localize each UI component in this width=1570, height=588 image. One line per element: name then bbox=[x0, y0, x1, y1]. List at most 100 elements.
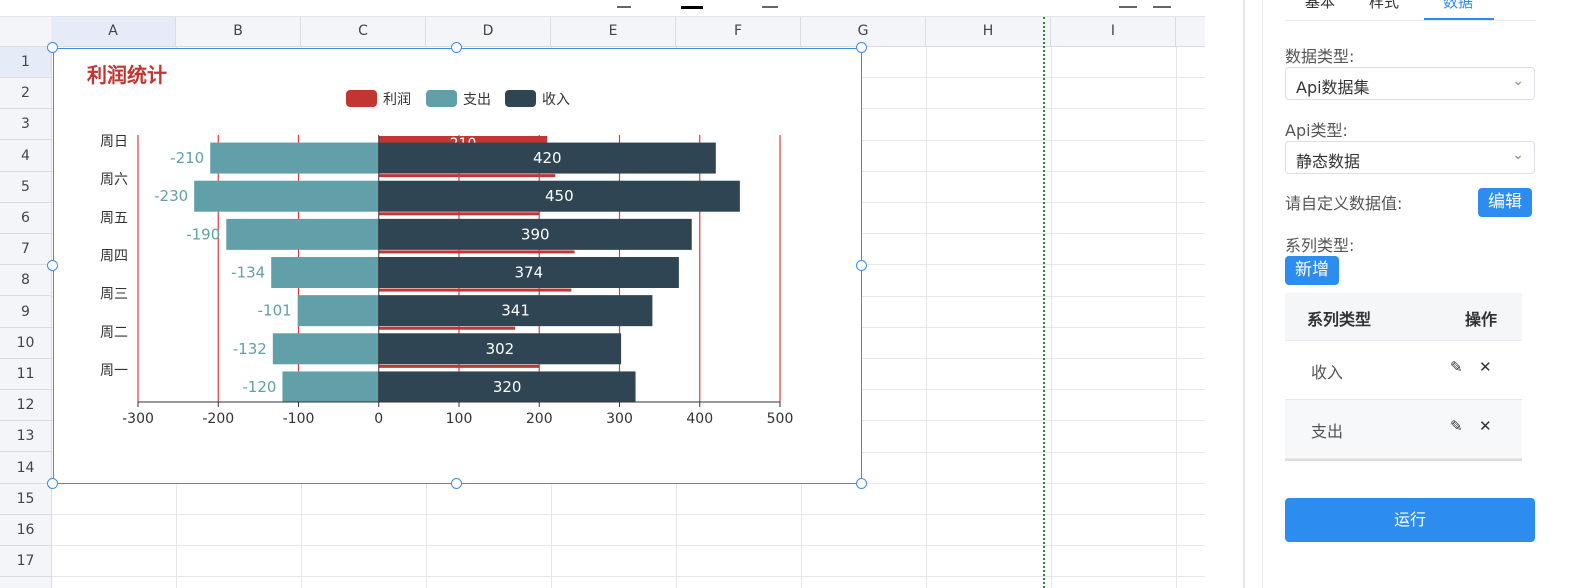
column-header-c[interactable]: C bbox=[301, 17, 426, 46]
toolbar-button[interactable] bbox=[1119, 0, 1137, 8]
x-tick-label-1: -200 bbox=[202, 411, 234, 427]
series-table: 系列类型 操作 收入 ✎ ✕ 支出 ✎ ✕ bbox=[1285, 293, 1522, 461]
row-header-14[interactable]: 14 bbox=[0, 453, 51, 484]
column-header-actions: 操作 bbox=[1465, 310, 1498, 329]
row-header-15[interactable]: 15 bbox=[0, 484, 51, 515]
row-header-3[interactable]: 3 bbox=[0, 109, 51, 141]
api-type-select[interactable]: 静态数据 ⌄ bbox=[1285, 141, 1535, 174]
label-expense-0: -120 bbox=[242, 378, 276, 396]
x-tick-label-8: 500 bbox=[767, 411, 794, 427]
row-header-16[interactable]: 16 bbox=[0, 515, 51, 546]
pencil-icon[interactable]: ✎ bbox=[1450, 417, 1463, 435]
bar-profit-3 bbox=[378, 250, 575, 254]
category-label-3: 周四 bbox=[100, 249, 128, 265]
resize-handle[interactable] bbox=[451, 42, 462, 53]
table-header: 系列类型 操作 bbox=[1285, 293, 1522, 341]
active-tab-indicator bbox=[1424, 18, 1494, 20]
row-header-10[interactable]: 10 bbox=[0, 328, 51, 359]
bar-expense-5 bbox=[194, 180, 379, 212]
table-bottom-border bbox=[1285, 459, 1522, 461]
column-header-e[interactable]: E bbox=[551, 17, 676, 46]
row-header-13[interactable]: 13 bbox=[0, 421, 51, 453]
toolbar-button[interactable] bbox=[762, 0, 778, 8]
resize-handle[interactable] bbox=[47, 42, 58, 53]
custom-data-label: 请自定义数据值: bbox=[1285, 194, 1403, 213]
toolbar-button[interactable] bbox=[617, 0, 631, 8]
resize-handle[interactable] bbox=[856, 42, 867, 53]
label-expense-1: -132 bbox=[233, 340, 267, 358]
tab-data[interactable]: 数据 bbox=[1443, 0, 1473, 12]
resize-handle[interactable] bbox=[856, 260, 867, 271]
row-header-9[interactable]: 9 bbox=[0, 297, 51, 328]
row-header-5[interactable]: 5 bbox=[0, 172, 51, 203]
x-tick-label-3: 0 bbox=[374, 411, 383, 427]
run-button[interactable]: 运行 bbox=[1285, 498, 1535, 542]
label-income-5: 450 bbox=[545, 187, 574, 205]
column-header-f[interactable]: F bbox=[676, 17, 801, 46]
api-type-value: 静态数据 bbox=[1296, 152, 1361, 171]
tab-basic[interactable]: 基本 bbox=[1305, 0, 1335, 12]
label-expense-6: -210 bbox=[170, 149, 204, 167]
page-break-line bbox=[1043, 17, 1045, 588]
legend-label-1: 支出 bbox=[463, 92, 491, 108]
grid-line bbox=[52, 576, 1205, 578]
toolbar bbox=[0, 0, 1205, 17]
series-type-label: 系列类型: bbox=[1285, 236, 1355, 255]
bar-expense-3 bbox=[271, 257, 379, 288]
api-type-label: Api类型: bbox=[1285, 121, 1348, 140]
category-label-5: 周六 bbox=[100, 172, 128, 188]
panel-divider[interactable] bbox=[1243, 0, 1245, 588]
chart-container[interactable]: 利润统计 利润 支出 收入 -120 320 周一 -132 302 周二 -101 341 周三 -13… bbox=[53, 48, 862, 484]
label-income-4: 390 bbox=[521, 225, 550, 243]
close-icon[interactable]: ✕ bbox=[1479, 417, 1492, 435]
row-header-12[interactable]: 12 bbox=[0, 390, 51, 422]
chevron-down-icon: ⌄ bbox=[1512, 73, 1524, 89]
bar-expense-0 bbox=[282, 371, 379, 403]
resize-handle[interactable] bbox=[856, 478, 867, 489]
pencil-icon[interactable]: ✎ bbox=[1450, 358, 1463, 376]
column-header-i[interactable]: I bbox=[1051, 17, 1176, 46]
legend-swatch-2 bbox=[505, 90, 536, 107]
resize-handle[interactable] bbox=[47, 478, 58, 489]
panel-tabs: 基本 样式 数据 bbox=[1285, 0, 1536, 21]
row-header-1[interactable]: 1 bbox=[0, 47, 51, 78]
column-header-b[interactable]: B bbox=[176, 17, 301, 46]
tab-style[interactable]: 样式 bbox=[1369, 0, 1399, 12]
spreadsheet: ABCDEFGHI 1 2 3 4 5 6 7 8 9 10 11 12 13 14 15 16 17 利润统计… bbox=[0, 0, 1205, 588]
grid-line bbox=[926, 47, 927, 588]
grid-line bbox=[52, 545, 1205, 547]
legend-label-0: 利润 bbox=[383, 92, 411, 108]
row-header-7[interactable]: 7 bbox=[0, 234, 51, 266]
row-header-2[interactable]: 2 bbox=[0, 78, 51, 110]
column-header-d[interactable]: D bbox=[426, 17, 551, 46]
bar-expense-6 bbox=[210, 142, 379, 174]
category-label-0: 周一 bbox=[100, 363, 128, 379]
row-header-6[interactable]: 6 bbox=[0, 203, 51, 234]
row-header-8[interactable]: 8 bbox=[0, 265, 51, 297]
column-header-a[interactable]: A bbox=[51, 17, 176, 46]
panel-gutter bbox=[1205, 0, 1245, 588]
bar-chart: 利润统计利润 支出 收入 -120 320 周一 -132 302 周二 -101 341 周三 -13… bbox=[87, 63, 794, 427]
data-type-value: Api数据集 bbox=[1296, 78, 1370, 97]
series-name: 收入 bbox=[1311, 363, 1344, 382]
resize-handle[interactable] bbox=[451, 478, 462, 489]
row-header-11[interactable]: 11 bbox=[0, 359, 51, 390]
data-type-select[interactable]: Api数据集 ⌄ bbox=[1285, 67, 1535, 100]
config-panel: 基本 样式 数据 数据类型: Api数据集 ⌄ Api类型: 静态数据 ⌄ 请自… bbox=[1263, 0, 1570, 588]
bar-expense-2 bbox=[297, 295, 379, 327]
font-color-button[interactable] bbox=[681, 0, 703, 9]
row-header-17[interactable]: 17 bbox=[0, 546, 51, 578]
add-series-button[interactable]: 新增 bbox=[1285, 256, 1339, 285]
category-label-6: 周日 bbox=[100, 134, 128, 150]
close-icon[interactable]: ✕ bbox=[1479, 358, 1492, 376]
label-expense-5: -230 bbox=[154, 187, 188, 205]
resize-handle[interactable] bbox=[47, 260, 58, 271]
column-header-h[interactable]: H bbox=[926, 17, 1051, 46]
edit-button[interactable]: 编辑 bbox=[1478, 188, 1532, 217]
x-tick-label-7: 400 bbox=[686, 411, 713, 427]
label-income-1: 302 bbox=[486, 340, 515, 358]
row-header-4[interactable]: 4 bbox=[0, 141, 51, 172]
legend-swatch-1 bbox=[426, 90, 457, 107]
table-row: 支出 ✎ ✕ bbox=[1285, 400, 1522, 459]
toolbar-button[interactable] bbox=[1153, 0, 1171, 8]
